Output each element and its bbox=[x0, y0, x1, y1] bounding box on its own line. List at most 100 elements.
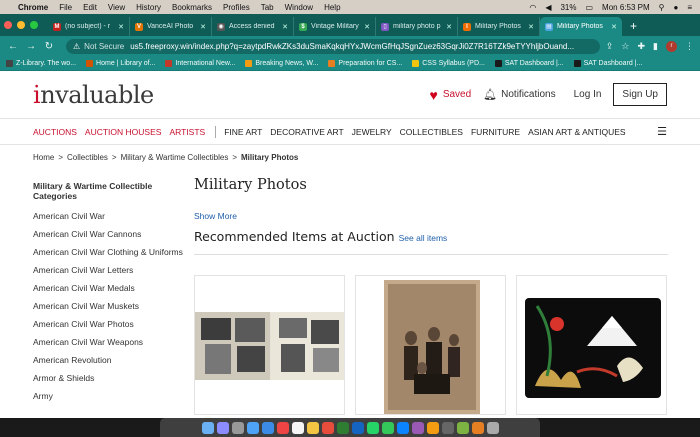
nav-category-link[interactable]: COLLECTIBLES bbox=[400, 127, 463, 137]
tab-close-icon[interactable]: ✕ bbox=[364, 23, 370, 31]
menu-history[interactable]: History bbox=[136, 3, 161, 12]
saved-link[interactable]: Saved bbox=[443, 89, 471, 100]
settings-icon[interactable] bbox=[441, 421, 454, 434]
menu-view[interactable]: View bbox=[108, 3, 125, 12]
tab-close-icon[interactable]: ✕ bbox=[118, 23, 124, 31]
breadcrumb-link[interactable]: Collectibles bbox=[67, 153, 108, 162]
word-icon[interactable] bbox=[351, 421, 364, 434]
battery-icon[interactable]: ▭ bbox=[585, 3, 593, 12]
photos-icon[interactable] bbox=[321, 421, 334, 434]
menu-help[interactable]: Help bbox=[324, 3, 340, 12]
share-icon[interactable]: ⇪ bbox=[606, 41, 614, 52]
breadcrumb-link[interactable]: Military & Wartime Collectibles bbox=[121, 153, 229, 162]
nav-category-link[interactable]: DECORATIVE ART bbox=[270, 127, 343, 137]
menu-window[interactable]: Window bbox=[285, 3, 313, 12]
item-card-photo-album[interactable] bbox=[194, 275, 345, 415]
bookmark-item[interactable]: Breaking News, W... bbox=[245, 59, 318, 67]
sidebar-category-link[interactable]: American Civil War bbox=[33, 211, 183, 222]
trash-icon[interactable] bbox=[486, 421, 499, 434]
signup-button[interactable]: Sign Up bbox=[613, 83, 667, 106]
finder-icon[interactable] bbox=[201, 421, 214, 434]
tab-close-icon[interactable]: ✕ bbox=[611, 23, 617, 31]
messages-icon[interactable] bbox=[366, 421, 379, 434]
tab-close-icon[interactable]: ✕ bbox=[282, 23, 288, 31]
sidebar-category-link[interactable]: American Civil War Clothing & Uniforms bbox=[33, 247, 183, 258]
hamburger-menu-icon[interactable]: ☰ bbox=[657, 125, 667, 138]
browser-tab[interactable]: ◉ Access denied ✕ bbox=[212, 17, 294, 36]
breadcrumb-link[interactable]: Home bbox=[33, 153, 54, 162]
appstore-icon[interactable] bbox=[261, 421, 274, 434]
siri-dock-icon[interactable] bbox=[216, 421, 229, 434]
browser-tab[interactable]: ▯ military photo p ✕ bbox=[376, 17, 458, 36]
bookmark-item[interactable]: International New... bbox=[165, 59, 235, 67]
bookmark-item[interactable]: Z-Library. The wo... bbox=[6, 59, 76, 67]
volume-icon[interactable]: ◀ bbox=[545, 3, 551, 12]
heart-icon[interactable]: ♥ bbox=[430, 87, 438, 103]
clock[interactable]: Mon 6:53 PM bbox=[602, 3, 650, 12]
tab-close-icon[interactable]: ✕ bbox=[528, 23, 534, 31]
nav-link-red[interactable]: ARTISTS bbox=[169, 127, 205, 137]
browser-tab[interactable]: ▤ Military Photos ✕ bbox=[540, 17, 622, 36]
nav-category-link[interactable]: JEWELRY bbox=[352, 127, 392, 137]
bookmark-item[interactable]: SAT Dashboard |... bbox=[573, 59, 642, 67]
zoom-icon[interactable] bbox=[396, 421, 409, 434]
podcasts-icon[interactable] bbox=[411, 421, 424, 434]
battery-percent[interactable]: 31% bbox=[560, 3, 576, 12]
sidebar-category-link[interactable]: American Civil War Weapons bbox=[33, 337, 183, 348]
bookmark-item[interactable]: Home | Library of... bbox=[86, 59, 155, 67]
sidebar-category-link[interactable]: American Civil War Muskets bbox=[33, 301, 183, 312]
back-icon[interactable]: ← bbox=[6, 41, 20, 52]
safari-icon[interactable] bbox=[246, 421, 259, 434]
tab-close-icon[interactable]: ✕ bbox=[200, 23, 206, 31]
menu-bookmarks[interactable]: Bookmarks bbox=[172, 3, 212, 12]
bookmark-item[interactable]: CSS Syllabus (PD... bbox=[412, 59, 485, 67]
profile-avatar[interactable]: r bbox=[666, 40, 677, 52]
launchpad-icon[interactable] bbox=[231, 421, 244, 434]
see-all-link[interactable]: See all items bbox=[399, 233, 448, 243]
calendar-icon[interactable] bbox=[291, 421, 304, 434]
android-icon[interactable] bbox=[456, 421, 469, 434]
folder-icon[interactable] bbox=[471, 421, 484, 434]
menu-profiles[interactable]: Profiles bbox=[223, 3, 250, 12]
wifi-icon[interactable]: ◠ bbox=[529, 3, 536, 12]
bookmark-item[interactable]: SAT Dashboard |... bbox=[494, 59, 564, 67]
invaluable-logo[interactable]: invaluable bbox=[33, 81, 154, 109]
browser-tab[interactable]: $ Vintage Military ✕ bbox=[294, 17, 376, 36]
close-window-button[interactable] bbox=[4, 21, 12, 29]
address-bar[interactable]: ⚠ Not Secure us5.freeproxy.win/index.php… bbox=[66, 38, 600, 54]
sidebar-category-link[interactable]: Armor & Shields bbox=[33, 373, 183, 384]
new-tab-button[interactable]: + bbox=[622, 17, 645, 36]
show-more-link[interactable]: Show More bbox=[194, 211, 668, 221]
excel-icon[interactable] bbox=[336, 421, 349, 434]
facetime-icon[interactable] bbox=[381, 421, 394, 434]
reload-icon[interactable]: ↻ bbox=[42, 41, 56, 52]
more-menu-icon[interactable]: ⋮ bbox=[685, 41, 694, 52]
nav-category-link[interactable]: FINE ART bbox=[224, 127, 262, 137]
sidebar-icon[interactable]: ▮ bbox=[653, 41, 658, 52]
menu-app-name[interactable]: Chrome bbox=[18, 3, 48, 12]
browser-tab[interactable]: V VanceAI Photo ✕ bbox=[130, 17, 212, 36]
sidebar-category-link[interactable]: Army bbox=[33, 391, 183, 402]
sidebar-category-link[interactable]: American Civil War Cannons bbox=[33, 229, 183, 240]
minimize-window-button[interactable] bbox=[17, 21, 25, 29]
forward-icon[interactable]: → bbox=[24, 41, 38, 52]
item-card-lacquer-album[interactable] bbox=[516, 275, 667, 415]
notifications-link[interactable]: Notifications bbox=[501, 89, 555, 100]
chrome-icon[interactable] bbox=[276, 421, 289, 434]
sidebar-category-link[interactable]: American Civil War Photos bbox=[33, 319, 183, 330]
nav-link-red[interactable]: AUCTION HOUSES bbox=[85, 127, 162, 137]
zoom-window-button[interactable] bbox=[30, 21, 38, 29]
browser-tab[interactable]: I Military Photos ✕ bbox=[458, 17, 540, 36]
nav-category-link[interactable]: ASIAN ART & ANTIQUES bbox=[528, 127, 625, 137]
nav-link-red[interactable]: AUCTIONS bbox=[33, 127, 77, 137]
extensions-icon[interactable]: ✚ bbox=[638, 41, 646, 52]
tab-close-icon[interactable]: ✕ bbox=[446, 23, 452, 31]
bell-icon[interactable]: 🔔︎ bbox=[483, 88, 497, 101]
menu-file[interactable]: File bbox=[59, 3, 72, 12]
sidebar-category-link[interactable]: American Civil War Medals bbox=[33, 283, 183, 294]
spotlight-search-icon[interactable]: ⚲ bbox=[659, 3, 665, 12]
menu-edit[interactable]: Edit bbox=[83, 3, 97, 12]
bookmark-star-icon[interactable]: ☆ bbox=[621, 41, 629, 52]
item-card-family-portrait[interactable] bbox=[355, 275, 506, 415]
menu-tab[interactable]: Tab bbox=[261, 3, 274, 12]
